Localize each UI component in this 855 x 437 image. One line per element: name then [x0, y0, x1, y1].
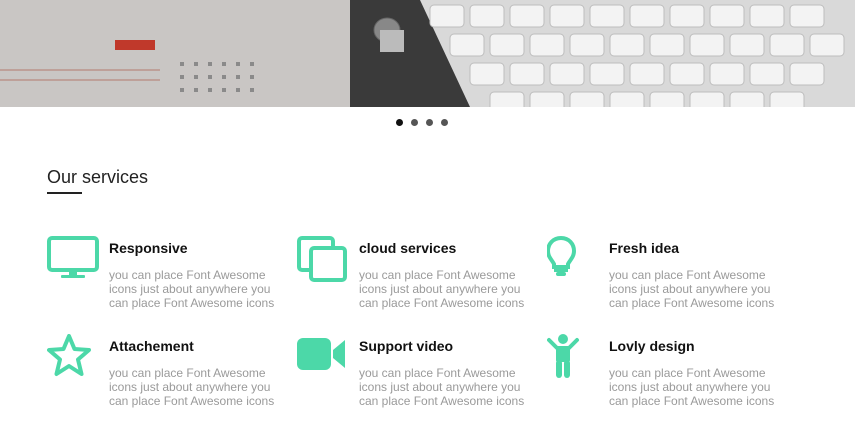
section-title: Our services [47, 167, 149, 187]
service-description: you can place Font Awesome icons just ab… [609, 268, 775, 310]
service-description: you can place Font Awesome icons just ab… [109, 366, 275, 408]
title-underline [47, 192, 82, 194]
service-title: cloud services [359, 240, 457, 256]
copy-icon [297, 236, 351, 284]
service-card-fresh-idea: Fresh idea you can place Font Awesome ic… [547, 236, 787, 326]
service-title: Attachement [109, 338, 194, 354]
hero-photo-illustration [0, 0, 855, 107]
service-card-responsive: Responsive you can place Font Awesome ic… [47, 236, 287, 326]
video-camera-icon [297, 334, 351, 382]
hero-image [0, 0, 855, 107]
lightbulb-icon [547, 236, 601, 284]
desktop-icon [47, 236, 101, 284]
service-description: you can place Font Awesome icons just ab… [359, 366, 525, 408]
carousel-dot-2[interactable] [411, 119, 418, 126]
service-description: you can place Font Awesome icons just ab… [609, 366, 775, 408]
service-card-attachement: Attachement you can place Font Awesome i… [47, 334, 287, 424]
service-card-support-video: Support video you can place Font Awesome… [297, 334, 537, 424]
service-title: Responsive [109, 240, 188, 256]
service-card-cloud-services: cloud services you can place Font Awesom… [297, 236, 537, 326]
star-icon [47, 334, 101, 382]
carousel-dot-4[interactable] [441, 119, 448, 126]
child-icon [547, 334, 601, 382]
carousel-pagination [396, 119, 448, 126]
service-card-lovly-design: Lovly design you can place Font Awesome … [547, 334, 787, 424]
carousel-dot-3[interactable] [426, 119, 433, 126]
service-title: Fresh idea [609, 240, 680, 256]
service-description: you can place Font Awesome icons just ab… [109, 268, 275, 310]
service-title: Support video [359, 338, 454, 354]
service-description: you can place Font Awesome icons just ab… [359, 268, 525, 310]
carousel-dot-1[interactable] [396, 119, 403, 126]
service-title: Lovly design [609, 338, 695, 354]
